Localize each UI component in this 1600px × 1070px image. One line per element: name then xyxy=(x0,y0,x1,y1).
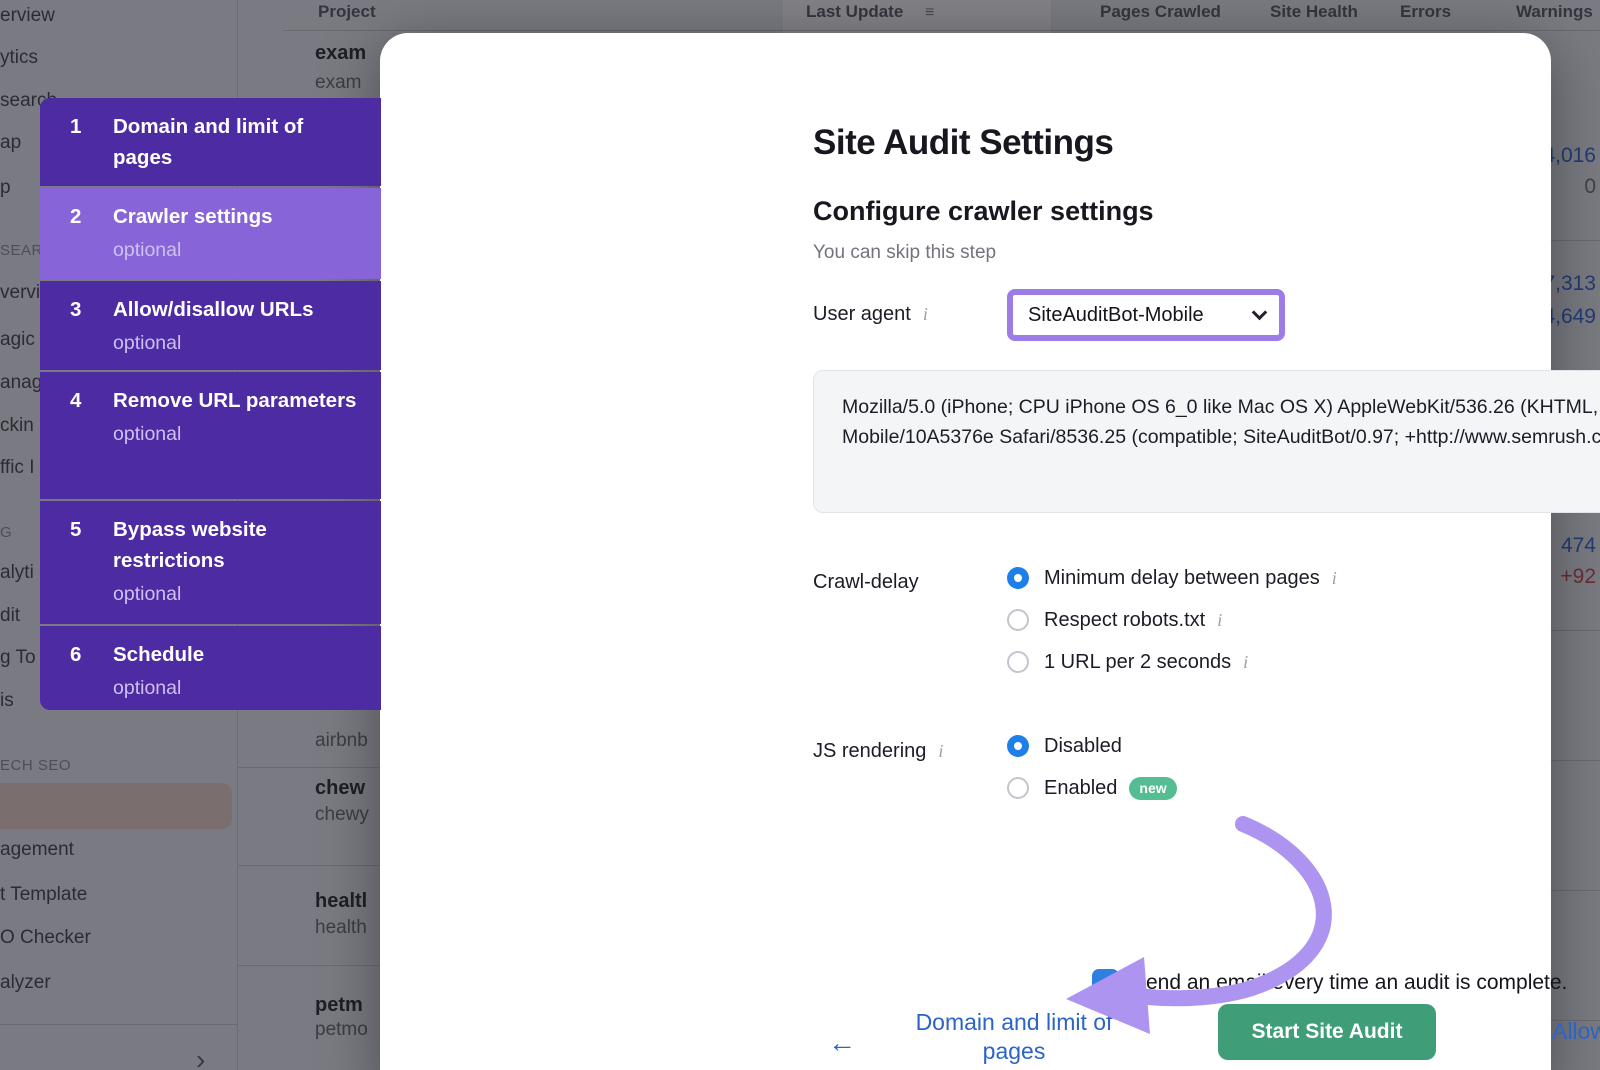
radio-label: 1 URL per 2 seconds xyxy=(1044,651,1231,674)
radio-selected[interactable] xyxy=(1007,567,1029,589)
js-rendering-option-enabled[interactable]: Enabled new xyxy=(1007,774,1177,802)
next-step-link[interactable]: Allow/disallow URLs→ xyxy=(1552,1018,1600,1045)
skip-hint: You can skip this step xyxy=(813,242,996,264)
step-title: Domain and limit of pages xyxy=(113,111,363,173)
user-agent-selected-value: SiteAuditBot-Mobile xyxy=(1028,304,1204,327)
email-checkbox-row[interactable]: ✓ Send an email every time an audit is c… xyxy=(1092,969,1567,996)
info-icon[interactable]: i xyxy=(938,741,943,762)
step-number: 2 xyxy=(70,201,113,279)
js-rendering-label: JS rendering i xyxy=(813,740,943,763)
radio-unselected[interactable] xyxy=(1007,777,1029,799)
radio-selected[interactable] xyxy=(1007,735,1029,757)
step-optional-tag: optional xyxy=(113,673,363,703)
crawl-delay-label: Crawl-delay xyxy=(813,571,919,594)
user-agent-label: User agent i xyxy=(813,303,928,326)
user-agent-label-text: User agent xyxy=(813,303,911,325)
step-heading: Configure crawler settings xyxy=(813,196,1154,227)
start-site-audit-button[interactable]: Start Site Audit xyxy=(1218,1004,1436,1060)
back-step-link[interactable]: Domain and limit of pages xyxy=(883,1008,1145,1066)
crawl-delay-option-1url2s[interactable]: 1 URL per 2 seconds i xyxy=(1007,648,1248,676)
user-agent-string-box: Mozilla/5.0 (iPhone; CPU iPhone OS 6_0 l… xyxy=(813,370,1600,513)
crawl-delay-option-robots[interactable]: Respect robots.txt i xyxy=(1007,606,1222,634)
step-allow-disallow-urls[interactable]: 3 Allow/disallow URLs optional xyxy=(40,281,381,370)
info-icon[interactable]: i xyxy=(1217,610,1222,631)
step-optional-tag: optional xyxy=(113,419,363,449)
checkbox-label: Send an email every time an audit is com… xyxy=(1132,971,1567,995)
step-title: Schedule xyxy=(113,639,363,670)
step-number: 4 xyxy=(70,385,113,499)
step-number: 1 xyxy=(70,111,113,186)
step-number: 5 xyxy=(70,514,113,624)
radio-unselected[interactable] xyxy=(1007,651,1029,673)
step-title: Remove URL parameters xyxy=(113,385,363,416)
info-icon[interactable]: i xyxy=(1332,568,1337,589)
js-rendering-label-text: JS rendering xyxy=(813,740,926,762)
step-number: 3 xyxy=(70,294,113,370)
radio-label: Enabled xyxy=(1044,777,1117,800)
screen: Project Last Update ≡ Pages Crawled Site… xyxy=(0,0,1600,1070)
site-audit-settings-modal: ✕ Site Audit Settings Configure crawler … xyxy=(380,33,1551,1070)
checkbox-checked[interactable]: ✓ xyxy=(1092,969,1119,996)
radio-unselected[interactable] xyxy=(1007,609,1029,631)
radio-label: Disabled xyxy=(1044,735,1122,758)
next-step-link-text: Allow/disallow URLs xyxy=(1552,1018,1600,1044)
js-rendering-option-disabled[interactable]: Disabled xyxy=(1007,732,1122,760)
step-remove-url-parameters[interactable]: 4 Remove URL parameters optional xyxy=(40,372,381,499)
crawl-delay-option-min-delay[interactable]: Minimum delay between pages i xyxy=(1007,564,1337,592)
chevron-down-icon xyxy=(1252,304,1268,320)
user-agent-string: Mozilla/5.0 (iPhone; CPU iPhone OS 6_0 l… xyxy=(842,392,1600,452)
radio-label: Respect robots.txt xyxy=(1044,609,1205,632)
user-agent-select[interactable]: SiteAuditBot-Mobile xyxy=(1007,289,1285,341)
back-arrow-icon[interactable]: ← xyxy=(828,1027,856,1059)
step-optional-tag: optional xyxy=(113,579,363,609)
radio-label: Minimum delay between pages xyxy=(1044,567,1320,590)
info-icon[interactable]: i xyxy=(1243,652,1248,673)
step-optional-tag: optional xyxy=(113,235,363,265)
modal-title: Site Audit Settings xyxy=(813,123,1113,163)
step-optional-tag: optional xyxy=(113,328,363,358)
step-title: Bypass website restrictions xyxy=(113,514,363,576)
step-title: Allow/disallow URLs xyxy=(113,294,363,325)
wizard-steps-panel: 1 Domain and limit of pages 2 Crawler se… xyxy=(40,98,381,710)
step-schedule[interactable]: 6 Schedule optional xyxy=(40,626,381,710)
new-badge: new xyxy=(1129,777,1176,800)
step-bypass-website-restrictions[interactable]: 5 Bypass website restrictions optional xyxy=(40,501,381,624)
step-domain-and-limit[interactable]: 1 Domain and limit of pages xyxy=(40,98,381,186)
step-crawler-settings-active[interactable]: 2 Crawler settings optional xyxy=(40,188,381,279)
info-icon[interactable]: i xyxy=(923,304,928,325)
step-title: Crawler settings xyxy=(113,201,363,232)
step-number: 6 xyxy=(70,639,113,710)
